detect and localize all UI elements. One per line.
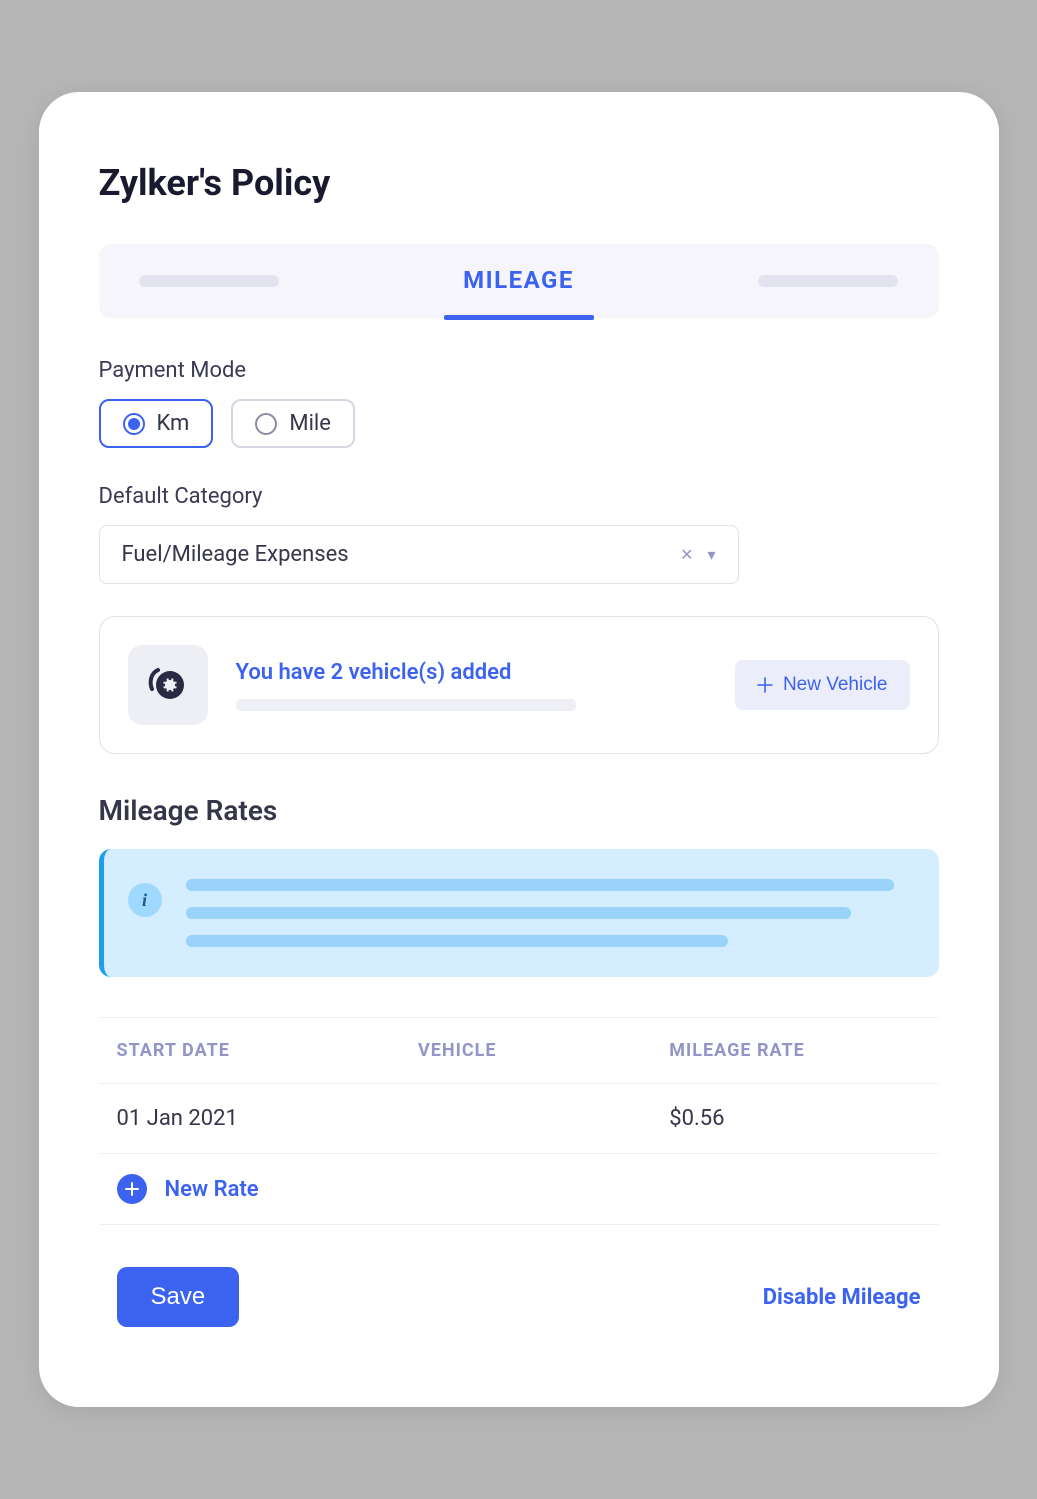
tab-underline — [444, 315, 594, 320]
plus-circle-icon — [117, 1174, 147, 1204]
col-vehicle: VEHICLE — [418, 1040, 669, 1061]
radio-circle-icon — [255, 413, 277, 435]
new-vehicle-label: New Vehicle — [783, 674, 888, 696]
default-category-select[interactable]: Fuel/Mileage Expenses ✕ ▾ — [99, 525, 739, 584]
clear-icon[interactable]: ✕ — [680, 545, 693, 564]
vehicle-count-heading: You have 2 vehicle(s) added — [236, 660, 707, 685]
select-controls: ✕ ▾ — [680, 545, 715, 564]
radio-km-label: Km — [157, 411, 190, 436]
default-category-label: Default Category — [99, 484, 939, 509]
radio-circle-icon — [123, 413, 145, 435]
cell-start-date: 01 Jan 2021 — [117, 1106, 419, 1131]
radio-km[interactable]: Km — [99, 399, 214, 448]
info-banner: i — [99, 849, 939, 977]
info-placeholder-line — [186, 935, 728, 947]
tab-placeholder-left[interactable] — [139, 275, 279, 287]
info-placeholder-line — [186, 879, 895, 891]
plus-icon — [757, 677, 773, 693]
info-placeholder-line — [186, 907, 851, 919]
info-lines — [186, 879, 909, 947]
new-rate-button[interactable]: New Rate — [99, 1154, 939, 1225]
table-header: START DATE VEHICLE MILEAGE RATE — [99, 1017, 939, 1084]
new-rate-label: New Rate — [165, 1177, 259, 1202]
wheel-icon — [128, 645, 208, 725]
radio-mile[interactable]: Mile — [231, 399, 355, 448]
chevron-down-icon[interactable]: ▾ — [707, 545, 715, 564]
disable-mileage-link[interactable]: Disable Mileage — [763, 1285, 921, 1310]
policy-card: Zylker's Policy MILEAGE Payment Mode Km … — [39, 92, 999, 1407]
actions-bar: Save Disable Mileage — [99, 1267, 939, 1327]
save-button[interactable]: Save — [117, 1267, 240, 1327]
table-row[interactable]: 01 Jan 2021 $0.56 — [99, 1084, 939, 1154]
payment-mode-group: Km Mile — [99, 399, 939, 448]
mileage-rates-heading: Mileage Rates — [99, 794, 939, 827]
payment-mode-label: Payment Mode — [99, 358, 939, 383]
vehicle-text: You have 2 vehicle(s) added — [236, 660, 707, 711]
mileage-rate-table: START DATE VEHICLE MILEAGE RATE 01 Jan 2… — [99, 1017, 939, 1225]
col-rate: MILEAGE RATE — [669, 1040, 920, 1061]
tab-mileage[interactable]: MILEAGE — [463, 266, 574, 296]
tab-label: MILEAGE — [463, 266, 574, 294]
radio-mile-label: Mile — [289, 411, 331, 436]
col-start-date: START DATE — [117, 1040, 419, 1061]
new-vehicle-button[interactable]: New Vehicle — [735, 660, 910, 710]
select-value: Fuel/Mileage Expenses — [122, 542, 349, 567]
vehicle-panel: You have 2 vehicle(s) added New Vehicle — [99, 616, 939, 754]
cell-rate: $0.56 — [669, 1106, 920, 1131]
tab-bar: MILEAGE — [99, 244, 939, 318]
tab-placeholder-right[interactable] — [758, 275, 898, 287]
vehicle-placeholder-line — [236, 699, 576, 711]
info-icon: i — [128, 883, 162, 917]
page-title: Zylker's Policy — [99, 162, 939, 204]
